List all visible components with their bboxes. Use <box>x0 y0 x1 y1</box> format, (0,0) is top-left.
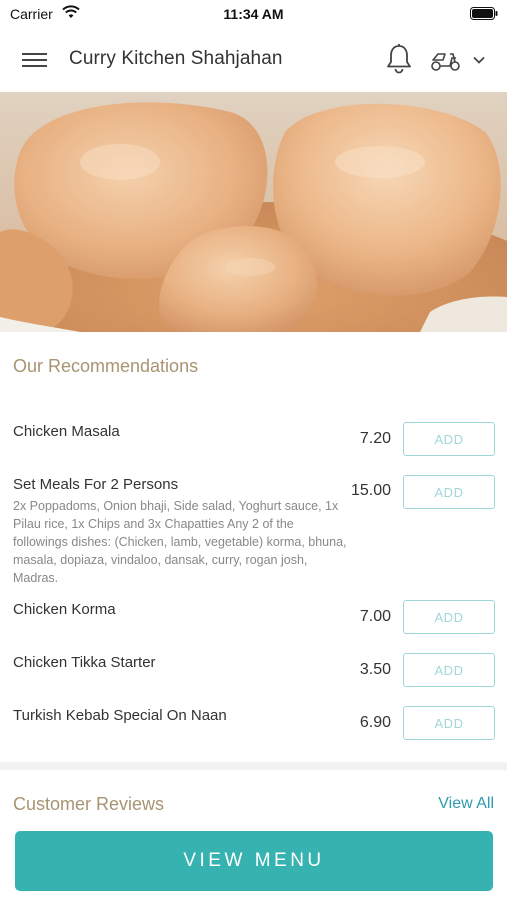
item-name: Chicken Tikka Starter <box>13 654 156 671</box>
add-button[interactable]: ADD <box>403 600 495 634</box>
chevron-down-icon[interactable] <box>472 53 486 67</box>
view-all-link[interactable]: View All <box>438 795 494 813</box>
status-bar: Carrier 11:34 AM <box>0 0 507 28</box>
add-button[interactable]: ADD <box>403 706 495 740</box>
app-header: Curry Kitchen Shahjahan <box>0 28 507 92</box>
item-price: 7.20 <box>359 430 391 447</box>
view-menu-button[interactable]: VIEW MENU <box>15 831 493 891</box>
item-name: Chicken Masala <box>13 423 120 440</box>
item-name: Chicken Korma <box>13 601 116 618</box>
add-button[interactable]: ADD <box>403 422 495 456</box>
status-time: 11:34 AM <box>223 6 284 22</box>
item-price: 15.00 <box>350 482 391 499</box>
item-description: 2x Poppadoms, Onion bhaji, Side salad, Y… <box>13 499 347 585</box>
item-name: Turkish Kebab Special On Naan <box>13 707 227 724</box>
add-button[interactable]: ADD <box>403 653 495 687</box>
item-name: Set Meals For 2 Persons <box>13 476 179 493</box>
recommendations-title: Our Recommendations <box>13 356 199 376</box>
bell-icon[interactable] <box>385 43 413 75</box>
item-price: 6.90 <box>359 714 391 731</box>
reviews-title: Customer Reviews <box>13 794 165 814</box>
add-button[interactable]: ADD <box>403 475 495 509</box>
item-price: 3.50 <box>359 661 391 678</box>
restaurant-title: Curry Kitchen Shahjahan <box>69 48 283 69</box>
delivery-scooter-icon[interactable] <box>430 48 462 72</box>
curry-photo <box>0 92 507 332</box>
menu-icon[interactable] <box>22 49 48 71</box>
section-divider <box>0 762 507 770</box>
hero-food-image <box>0 92 507 332</box>
battery-icon <box>470 7 498 20</box>
item-price: 7.00 <box>359 608 391 625</box>
